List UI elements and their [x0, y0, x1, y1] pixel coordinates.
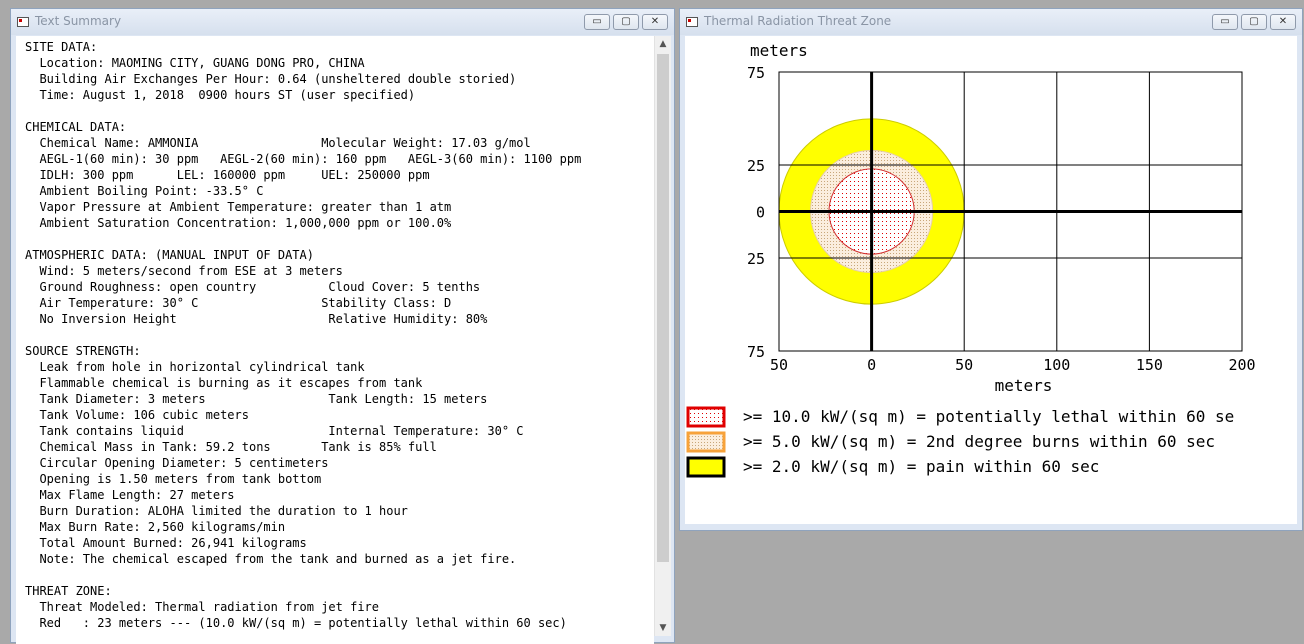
threat-zone-plot: meters 75 25 0 25 75 50 0 50 100 150 200 meters >= 10… [686, 41, 1256, 478]
summary-text: SITE DATA: Location: MAOMING CITY, GUANG… [25, 40, 582, 630]
x-tick-label: 200 [1228, 356, 1255, 374]
x-tick-label: 50 [955, 356, 973, 374]
window-title: Thermal Radiation Threat Zone [704, 14, 892, 28]
vertical-scrollbar[interactable]: ▲ ▼ [654, 36, 671, 636]
x-tick-label: 50 [770, 356, 788, 374]
scroll-thumb[interactable] [657, 54, 669, 562]
x-tick-label: 0 [867, 356, 876, 374]
legend-label: >= 2.0 kW/(sq m) = pain within 60 sec [743, 457, 1099, 476]
threat-zone-window: Thermal Radiation Threat Zone ▭ ▢ ✕ mete… [679, 8, 1303, 531]
minimize-button[interactable]: ▭ [1212, 14, 1238, 30]
scroll-up-icon[interactable]: ▲ [655, 36, 671, 52]
app-icon [686, 17, 698, 27]
y-tick-label: 25 [747, 157, 765, 175]
legend-label: >= 5.0 kW/(sq m) = 2nd degree burns with… [743, 432, 1215, 451]
legend-swatch [686, 431, 726, 453]
close-button[interactable]: ✕ [1270, 14, 1296, 30]
close-button[interactable]: ✕ [642, 14, 668, 30]
y-tick-label: 25 [747, 250, 765, 268]
x-tick-label: 150 [1136, 356, 1163, 374]
y-axis-unit-label: meters [750, 41, 808, 60]
legend-swatch [686, 456, 726, 478]
window-title: Text Summary [35, 14, 122, 28]
minimize-button[interactable]: ▭ [584, 14, 610, 30]
y-tick-label: 0 [756, 204, 765, 222]
maximize-button[interactable]: ▢ [613, 14, 639, 30]
y-tick-label: 75 [747, 343, 765, 361]
threat-zone-plot-area: meters 75 25 0 25 75 50 0 50 100 150 200 meters >= 10… [685, 36, 1297, 524]
maximize-button[interactable]: ▢ [1241, 14, 1267, 30]
text-summary-content: SITE DATA: Location: MAOMING CITY, GUANG… [16, 36, 654, 644]
legend-swatch [686, 406, 726, 428]
threat-zone-titlebar[interactable]: Thermal Radiation Threat Zone ▭ ▢ ✕ [680, 9, 1302, 35]
y-tick-label: 75 [747, 64, 765, 82]
app-icon [17, 17, 29, 27]
legend-label: >= 10.0 kW/(sq m) = potentially lethal w… [743, 407, 1234, 426]
x-tick-label: 100 [1043, 356, 1070, 374]
text-summary-window: Text Summary ▭ ▢ ✕ SITE DATA: Location: … [10, 8, 675, 644]
text-summary-titlebar[interactable]: Text Summary ▭ ▢ ✕ [11, 9, 674, 35]
mdi-background [679, 531, 1304, 643]
scroll-down-icon[interactable]: ▼ [655, 620, 671, 636]
x-axis-unit-label: meters [995, 376, 1053, 395]
